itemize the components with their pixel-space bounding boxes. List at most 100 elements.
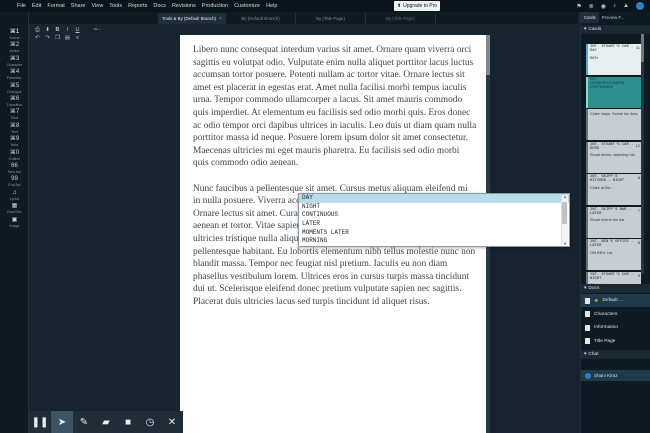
card-scene-number: 6 bbox=[637, 175, 640, 180]
autocomplete-option-morning[interactable]: MORNING bbox=[299, 237, 569, 246]
script-text[interactable]: Libero nunc consequat interdum varius si… bbox=[193, 44, 477, 321]
scroll-down-icon[interactable]: ▼ bbox=[563, 241, 567, 246]
toolrail-shortcut: ⌘3 bbox=[9, 55, 20, 62]
toolrail-shortcut: ⌘6 bbox=[9, 96, 20, 102]
menu-docs[interactable]: Docs bbox=[153, 3, 166, 9]
close-icon[interactable]: ✕ bbox=[161, 411, 183, 433]
index-card[interactable]: Claire stops. Scene his lives. bbox=[586, 109, 641, 140]
chat-user[interactable]: Shani Kiraz bbox=[581, 370, 650, 381]
menu-edit[interactable]: Edit bbox=[32, 3, 41, 9]
eraser-icon[interactable]: ▰ bbox=[95, 411, 117, 433]
menu-tools[interactable]: Tools bbox=[109, 3, 122, 9]
list-icon[interactable]: ≡ bbox=[73, 35, 82, 41]
upgrade-button[interactable]: ⬆ Upgrade to Pro bbox=[394, 1, 440, 11]
toolrail-item-image[interactable]: ▣ Image bbox=[0, 217, 29, 228]
autocomplete-option-later[interactable]: LATER bbox=[299, 220, 569, 229]
autocomplete-option-moments-later[interactable]: MOMENTS LATER bbox=[299, 229, 569, 238]
cards-section-header[interactable]: ▾ Cards bbox=[581, 25, 650, 34]
tab-title-page[interactable]: By (Title Page) bbox=[296, 13, 366, 24]
camera-icon[interactable]: ■ bbox=[117, 411, 139, 433]
tab-default-branch[interactable]: By (Default Branch) bbox=[226, 13, 296, 24]
index-card[interactable]: INT. BEN'S OFFICE - LATER OM BEN: Ha 8 bbox=[586, 239, 641, 270]
avatar bbox=[585, 372, 591, 379]
tab-tools-default-branch[interactable]: Tools & By (Default Branch) × bbox=[158, 13, 226, 24]
autocomplete-dropdown[interactable]: DAY NIGHT CONTINUOUS LATER MOMENTS LATER… bbox=[298, 193, 570, 247]
tab-label: By (Title Page) bbox=[316, 16, 345, 21]
menu-customize[interactable]: Customize bbox=[234, 3, 260, 9]
index-card[interactable]: EXT. THIRDSKYSCRAPER - CONTINUOUS bbox=[586, 76, 641, 108]
index-card[interactable]: INT. SKIPP'S BAR - LATER Stuart enters th… bbox=[586, 206, 641, 238]
undo-icon[interactable]: ↶ bbox=[33, 35, 42, 41]
bold-icon[interactable]: B bbox=[53, 27, 62, 33]
docs-item-default[interactable]: ★ Default ... bbox=[581, 294, 650, 307]
underline-icon[interactable]: U bbox=[73, 27, 82, 33]
toolrail-item-dialogue[interactable]: ⌘5 Dialogue bbox=[0, 83, 29, 94]
toolrail-item-scene[interactable]: ⌘1 Scene bbox=[0, 29, 29, 40]
close-icon[interactable]: × bbox=[219, 16, 222, 22]
chat-section-header[interactable]: ▾ Chat bbox=[581, 350, 650, 359]
menu-format[interactable]: Format bbox=[47, 3, 64, 9]
eye-icon[interactable]: ◉ bbox=[601, 3, 606, 10]
cards-scrollbar-thumb[interactable] bbox=[641, 34, 644, 62]
toolrail-item-outline[interactable]: ⌘0 Outline bbox=[0, 150, 29, 161]
menu-share[interactable]: Share bbox=[71, 3, 86, 9]
card-summary: Claire at the... bbox=[590, 185, 614, 190]
toolrail-item-transition[interactable]: ⌘6 Transition bbox=[0, 96, 29, 107]
card-summary: BEN bbox=[590, 55, 598, 60]
download-icon[interactable]: ⬇ bbox=[43, 27, 52, 33]
menu-revisions[interactable]: Revisions bbox=[172, 3, 196, 9]
autocomplete-option-continuous[interactable]: CONTINUOUS bbox=[299, 211, 569, 220]
recording-toolbar: ❚❚ ➤ ✎ ▰ ■ ◷ ✕ bbox=[29, 411, 183, 433]
cards-scrollbar[interactable] bbox=[641, 34, 644, 274]
docs-item-information[interactable]: Information bbox=[581, 321, 650, 334]
copy-icon[interactable]: ❐ bbox=[53, 35, 62, 41]
pin-icon[interactable]: ⊗ bbox=[589, 3, 594, 10]
toolrail-item-note[interactable]: ⌘9 Note bbox=[0, 136, 29, 147]
menu-reports[interactable]: Reports bbox=[128, 3, 147, 9]
index-card[interactable]: INT. STUART'S CAR - DAY BEN 11 bbox=[586, 44, 641, 75]
tab-cards[interactable]: Cards bbox=[581, 12, 599, 23]
toolrail-item-character[interactable]: ⌘3 Character bbox=[0, 56, 29, 67]
docs-item-title-page[interactable]: Title Page bbox=[581, 335, 650, 348]
lock-icon[interactable]: ▲ bbox=[623, 3, 629, 9]
toolrail-item-action[interactable]: ⌘2 Action bbox=[0, 42, 29, 53]
menu-file[interactable]: File bbox=[17, 3, 26, 9]
pause-icon[interactable]: ❚❚ bbox=[29, 411, 51, 433]
timer-icon[interactable]: ◷ bbox=[139, 411, 161, 433]
tab-title-page-2[interactable]: By (Title Page) bbox=[366, 13, 436, 24]
script-paragraph[interactable]: Libero nunc consequat interdum varius si… bbox=[193, 44, 477, 170]
toolrail-item-text[interactable]: ⌘8 Text bbox=[0, 123, 29, 134]
toolrail-item-end-act[interactable]: 99 End Act bbox=[0, 176, 29, 187]
italic-icon[interactable]: I bbox=[63, 27, 72, 33]
scroll-up-icon[interactable]: ▲ bbox=[563, 194, 567, 199]
docs-item-characters[interactable]: Characters bbox=[581, 308, 650, 321]
redo-icon[interactable]: ↷ bbox=[43, 35, 52, 41]
card-scene-number: 9 bbox=[637, 272, 640, 278]
pen-icon[interactable]: ✎ bbox=[73, 411, 95, 433]
menu-view[interactable]: View bbox=[91, 3, 103, 9]
print-icon[interactable]: ⎙ bbox=[33, 27, 42, 33]
tab-preview[interactable]: Preview F... bbox=[599, 12, 628, 23]
flag-icon[interactable]: ⚑ bbox=[576, 3, 581, 10]
card-summary bbox=[588, 91, 641, 93]
paste-icon[interactable]: ▤ bbox=[63, 35, 72, 41]
dropdown-scrollbar-thumb[interactable] bbox=[562, 202, 567, 224]
bell-icon[interactable]: ♪ bbox=[613, 3, 616, 9]
pointer-icon[interactable]: ➤ bbox=[51, 411, 73, 433]
autocomplete-option-night[interactable]: NIGHT bbox=[299, 203, 569, 212]
menu-bar: File Edit Format Share View Tools Report… bbox=[0, 0, 650, 12]
autocomplete-option-day[interactable]: DAY bbox=[299, 194, 569, 203]
docs-section-header[interactable]: ▾ Docs bbox=[581, 284, 650, 293]
index-card[interactable]: INT. SKIPP'S KITCHEN - NIGHT Claire at th… bbox=[586, 174, 641, 205]
toolrail-item-dual-dia[interactable]: ▦ Dual Dia. bbox=[0, 203, 29, 214]
toolrail-shortcut: ⌘2 bbox=[9, 42, 20, 49]
menu-help[interactable]: Help bbox=[266, 3, 277, 9]
avatar[interactable] bbox=[636, 2, 644, 10]
toolrail-item-new-act[interactable]: 66 New Act bbox=[0, 163, 29, 174]
index-card[interactable]: INT. STUART'S CAR - DUSK Stuart drives, w… bbox=[586, 141, 641, 173]
page-scrollbar-thumb[interactable] bbox=[486, 35, 490, 75]
menu-production[interactable]: Production bbox=[202, 3, 228, 9]
toolrail-item-parenthe[interactable]: ⌘4 Parenthe. bbox=[0, 69, 29, 80]
toolrail-item-shot[interactable]: ⌘7 Shot bbox=[0, 109, 29, 120]
toolrail-item-lyrics[interactable]: ♫ Lyrics bbox=[0, 190, 29, 201]
